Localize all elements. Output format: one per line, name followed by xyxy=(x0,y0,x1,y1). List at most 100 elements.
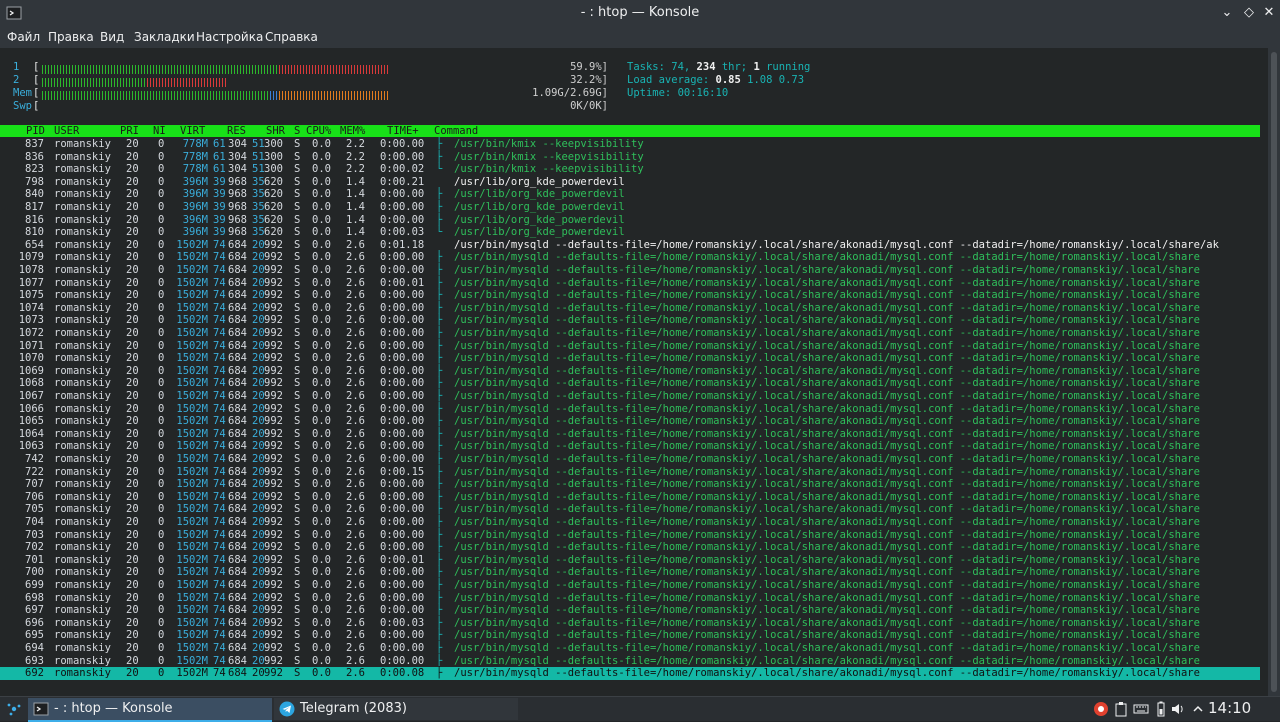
process-row[interactable]: 706 romanskiy 20 0 1502M 74 684 20 992 S 0.0 2.6 0:0… xyxy=(0,491,1260,504)
menu-view[interactable]: Вид xyxy=(100,30,124,44)
meter-tick xyxy=(156,91,157,100)
col-virt[interactable]: VIRT xyxy=(180,125,205,137)
process-time: 0:00.01 xyxy=(380,276,425,289)
process-row[interactable]: 1070 romanskiy 20 0 1502M 74 684 20 992 S 0.0 2.6 0:… xyxy=(0,352,1260,365)
process-row[interactable]: 1066 romanskiy 20 0 1502M 74 684 20 992 S 0.0 2.6 0:… xyxy=(0,403,1260,416)
process-row[interactable]: 1072 romanskiy 20 0 1502M 74 684 20 992 S 0.0 2.6 0:… xyxy=(0,327,1260,340)
process-row[interactable]: 700 romanskiy 20 0 1502M 74 684 20 992 S 0.0 2.6 0:0… xyxy=(0,566,1260,579)
meter-tick xyxy=(114,65,115,74)
process-row[interactable]: 816 romanskiy 20 0 396M 39 968 35 620 S 0.0 1.4 0:00… xyxy=(0,214,1260,227)
process-row[interactable]: 1068 romanskiy 20 0 1502M 74 684 20 992 S 0.0 2.6 0:… xyxy=(0,377,1260,390)
process-row[interactable]: 707 romanskiy 20 0 1502M 74 684 20 992 S 0.0 2.6 0:0… xyxy=(0,478,1260,491)
process-shr-hi: 20 xyxy=(252,301,265,314)
process-row[interactable]: 1073 romanskiy 20 0 1502M 74 684 20 992 S 0.0 2.6 0:… xyxy=(0,314,1260,327)
process-row[interactable]: 1074 romanskiy 20 0 1502M 74 684 20 992 S 0.0 2.6 0:… xyxy=(0,302,1260,315)
process-row[interactable]: 742 romanskiy 20 0 1502M 74 684 20 992 S 0.0 2.6 0:0… xyxy=(0,453,1260,466)
col-command[interactable]: Command xyxy=(434,125,478,137)
process-row[interactable]: 693 romanskiy 20 0 1502M 74 684 20 992 S 0.0 2.6 0:0… xyxy=(0,655,1260,668)
process-row[interactable]: 705 romanskiy 20 0 1502M 74 684 20 992 S 0.0 2.6 0:0… xyxy=(0,503,1260,516)
expand-tray-icon[interactable] xyxy=(1190,701,1206,717)
process-shr-hi: 20 xyxy=(252,314,265,327)
process-state: S xyxy=(294,415,301,428)
process-row[interactable]: 1075 romanskiy 20 0 1502M 74 684 20 992 S 0.0 2.6 0:… xyxy=(0,289,1260,302)
process-row[interactable]: 837 romanskiy 20 0 778M 61 304 51 300 S 0.0 2.2 0:00… xyxy=(0,138,1260,151)
meter-tick xyxy=(207,65,208,74)
process-row[interactable]: 817 romanskiy 20 0 396M 39 968 35 620 S 0.0 1.4 0:00… xyxy=(0,201,1260,214)
meter-tick xyxy=(156,65,157,74)
process-row[interactable]: 692 romanskiy 20 0 1502M 74 684 20 992 S 0.0 2.6 0:0… xyxy=(0,667,1260,680)
process-mem: 2.6 xyxy=(346,579,365,591)
process-res-lo: 684 xyxy=(228,490,247,503)
col-res[interactable]: RES xyxy=(227,125,246,137)
process-row[interactable]: 840 romanskiy 20 0 396M 39 968 35 620 S 0.0 1.4 0:00… xyxy=(0,188,1260,201)
process-row[interactable]: 798 romanskiy 20 0 396M 39 968 35 620 S 0.0 1.4 0:00… xyxy=(0,176,1260,189)
browser-icon[interactable] xyxy=(1093,701,1109,717)
process-row[interactable]: 1064 romanskiy 20 0 1502M 74 684 20 992 S 0.0 2.6 0:… xyxy=(0,428,1260,441)
task-telegram[interactable]: Telegram (2083) xyxy=(274,698,518,720)
process-row[interactable]: 697 romanskiy 20 0 1502M 74 684 20 992 S 0.0 2.6 0:0… xyxy=(0,604,1260,617)
process-row[interactable]: 836 romanskiy 20 0 778M 61 304 51 300 S 0.0 2.2 0:00… xyxy=(0,151,1260,164)
menu-settings[interactable]: Настройка xyxy=(196,30,263,44)
process-row[interactable]: 823 romanskiy 20 0 778M 61 304 51 300 S 0.0 2.2 0:00… xyxy=(0,163,1260,176)
process-row[interactable]: 695 romanskiy 20 0 1502M 74 684 20 992 S 0.0 2.6 0:0… xyxy=(0,629,1260,642)
col-pri[interactable]: PRI xyxy=(120,125,139,137)
process-shr-lo: 620 xyxy=(264,226,283,239)
maximize-icon[interactable]: ◇ xyxy=(1240,4,1258,22)
process-row[interactable]: 698 romanskiy 20 0 1502M 74 684 20 992 S 0.0 2.6 0:0… xyxy=(0,592,1260,605)
col-state[interactable]: S xyxy=(294,125,300,137)
col-time[interactable]: TIME+ xyxy=(387,125,419,137)
process-mem: 2.6 xyxy=(346,465,365,478)
process-row[interactable]: 1071 romanskiy 20 0 1502M 74 684 20 992 S 0.0 2.6 0:… xyxy=(0,340,1260,353)
menu-help[interactable]: Справка xyxy=(265,30,318,44)
col-pid[interactable]: PID xyxy=(26,125,45,137)
process-res-lo: 684 xyxy=(228,453,247,465)
keyboard-layout-icon[interactable] xyxy=(1133,701,1149,717)
terminal-scrollbar[interactable] xyxy=(1268,48,1280,696)
meter-tick xyxy=(171,78,172,87)
col-shr[interactable]: SHR xyxy=(266,125,285,137)
process-row[interactable]: 1079 romanskiy 20 0 1502M 74 684 20 992 S 0.0 2.6 0:… xyxy=(0,251,1260,264)
menu-bar: Файл Правка Вид Закладки Настройка Справ… xyxy=(0,26,1280,48)
process-row[interactable]: 1078 romanskiy 20 0 1502M 74 684 20 992 S 0.0 2.6 0:… xyxy=(0,264,1260,277)
chevron-down-icon[interactable]: ⌄ xyxy=(1218,4,1236,22)
window-titlebar[interactable]: - : htop — Konsole ⌄ ◇ ✕ xyxy=(0,0,1280,26)
meter-tick xyxy=(75,65,76,74)
process-row[interactable]: 701 romanskiy 20 0 1502M 74 684 20 992 S 0.0 2.6 0:0… xyxy=(0,554,1260,567)
volume-icon[interactable] xyxy=(1170,701,1186,717)
process-row[interactable]: 1067 romanskiy 20 0 1502M 74 684 20 992 S 0.0 2.6 0:… xyxy=(0,390,1260,403)
process-row[interactable]: 1063 romanskiy 20 0 1502M 74 684 20 992 S 0.0 2.6 0:… xyxy=(0,440,1260,453)
menu-edit[interactable]: Правка xyxy=(48,30,94,44)
application-launcher-icon[interactable] xyxy=(6,701,22,717)
process-row[interactable]: 1069 romanskiy 20 0 1502M 74 684 20 992 S 0.0 2.6 0:… xyxy=(0,365,1260,378)
process-row[interactable]: 699 romanskiy 20 0 1502M 74 684 20 992 S 0.0 2.6 0:0… xyxy=(0,579,1260,592)
close-icon[interactable]: ✕ xyxy=(1260,4,1278,22)
meter-tick xyxy=(102,78,103,87)
process-shr-lo: 992 xyxy=(264,579,283,591)
terminal-view[interactable]: 1 [ 59.9%] 2 [ 32.2%] Mem [ 1.09G/2.69G]… xyxy=(0,48,1268,696)
meter-tick xyxy=(351,91,352,100)
process-row[interactable]: 694 romanskiy 20 0 1502M 74 684 20 992 S 0.0 2.6 0:0… xyxy=(0,642,1260,655)
col-cpu[interactable]: CPU% xyxy=(306,125,331,137)
scrollbar-thumb[interactable] xyxy=(1271,52,1277,692)
meter-tick xyxy=(387,65,388,74)
task-konsole[interactable]: - : htop — Konsole xyxy=(28,698,272,722)
col-user[interactable]: USER xyxy=(54,125,79,137)
process-row[interactable]: 1065 romanskiy 20 0 1502M 74 684 20 992 S 0.0 2.6 0:… xyxy=(0,415,1260,428)
process-shr-lo: 992 xyxy=(264,390,283,402)
col-mem[interactable]: MEM% xyxy=(340,125,365,137)
process-row[interactable]: 722 romanskiy 20 0 1502M 74 684 20 992 S 0.0 2.6 0:0… xyxy=(0,466,1260,479)
battery-icon[interactable] xyxy=(1153,701,1169,717)
clipboard-icon[interactable] xyxy=(1113,701,1129,717)
process-row[interactable]: 703 romanskiy 20 0 1502M 74 684 20 992 S 0.0 2.6 0:0… xyxy=(0,529,1260,542)
process-row[interactable]: 704 romanskiy 20 0 1502M 74 684 20 992 S 0.0 2.6 0:0… xyxy=(0,516,1260,529)
meter-tick xyxy=(45,78,46,87)
process-row[interactable]: 654 romanskiy 20 0 1502M 74 684 20 992 S 0.0 2.6 0:0… xyxy=(0,239,1260,252)
menu-bookmarks[interactable]: Закладки xyxy=(134,30,195,44)
menu-file[interactable]: Файл xyxy=(7,30,40,44)
clock[interactable]: 14:10 xyxy=(1208,699,1251,717)
process-row[interactable]: 1077 romanskiy 20 0 1502M 74 684 20 992 S 0.0 2.6 0:… xyxy=(0,277,1260,290)
process-row[interactable]: 696 romanskiy 20 0 1502M 74 684 20 992 S 0.0 2.6 0:0… xyxy=(0,617,1260,630)
col-ni[interactable]: NI xyxy=(153,125,166,137)
process-row[interactable]: 702 romanskiy 20 0 1502M 74 684 20 992 S 0.0 2.6 0:0… xyxy=(0,541,1260,554)
process-row[interactable]: 810 romanskiy 20 0 396M 39 968 35 620 S 0.0 1.4 0:00… xyxy=(0,226,1260,239)
